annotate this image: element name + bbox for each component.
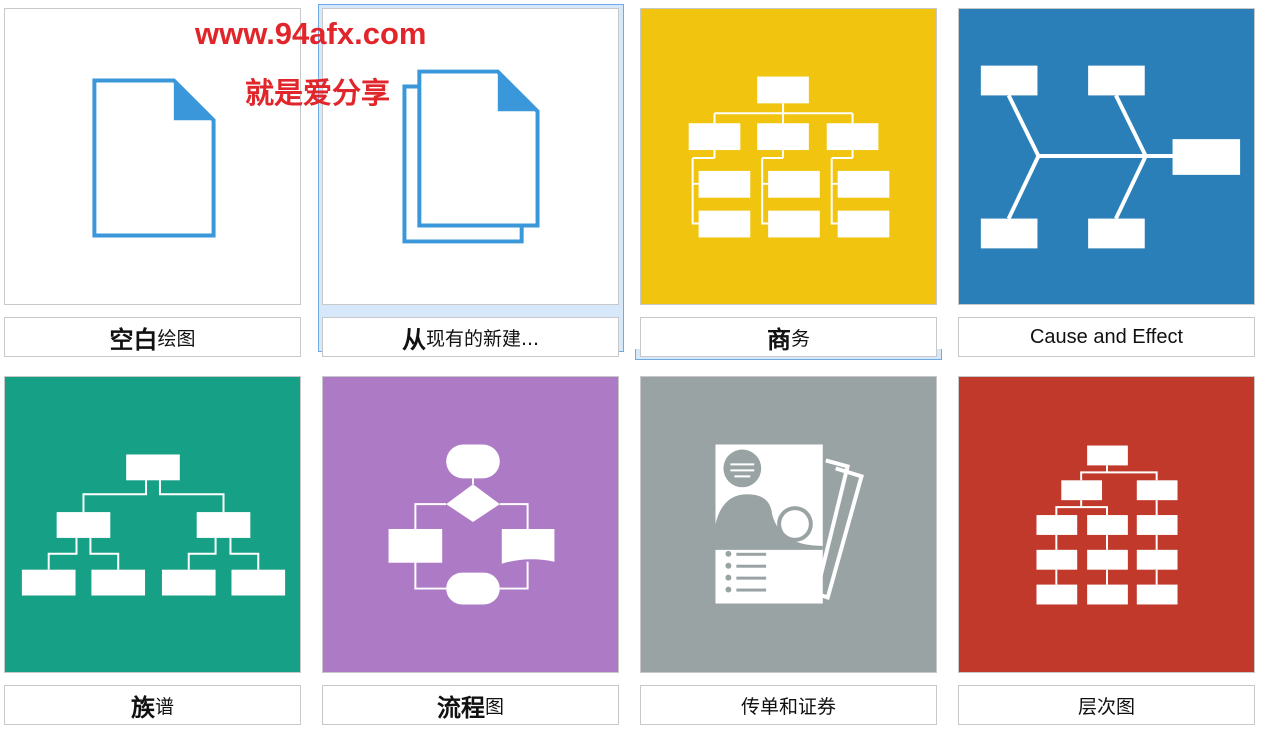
template-label-cause-effect[interactable]: Cause and Effect <box>958 317 1255 357</box>
template-tile-hierarchy[interactable] <box>958 376 1255 673</box>
watermark-slogan: 就是爱分享 <box>245 78 391 110</box>
template-label-flyer[interactable]: 传单和证券 <box>640 685 937 725</box>
template-tile-flowchart[interactable] <box>322 376 619 673</box>
template-label-business[interactable]: 商务 <box>640 317 937 357</box>
template-tile-cause-effect[interactable] <box>958 8 1255 305</box>
template-label-flowchart[interactable]: 流程图 <box>322 685 619 725</box>
watermark-url: www.94afx.com <box>195 16 427 51</box>
flyer-icon <box>715 444 864 604</box>
hierarchy-icon <box>1036 445 1178 605</box>
template-label-from-existing[interactable]: 从现有的新建... <box>322 317 619 357</box>
template-tile-blank[interactable] <box>4 8 301 305</box>
blank-document-icon <box>92 78 216 238</box>
fishbone-icon <box>980 65 1241 249</box>
template-tile-from-existing[interactable] <box>322 8 619 305</box>
template-label-blank[interactable]: 空白 绘图 <box>4 317 301 357</box>
copy-document-icon <box>402 69 540 244</box>
org-chart-icon <box>688 76 890 238</box>
template-tile-family-tree[interactable] <box>4 376 301 673</box>
template-label-family-tree[interactable]: 族谱 <box>4 685 301 725</box>
template-tile-business[interactable] <box>640 8 937 305</box>
family-tree-icon <box>21 454 286 596</box>
flowchart-icon <box>388 444 555 605</box>
template-tile-flyer[interactable] <box>640 376 937 673</box>
template-label-hierarchy[interactable]: 层次图 <box>958 685 1255 725</box>
